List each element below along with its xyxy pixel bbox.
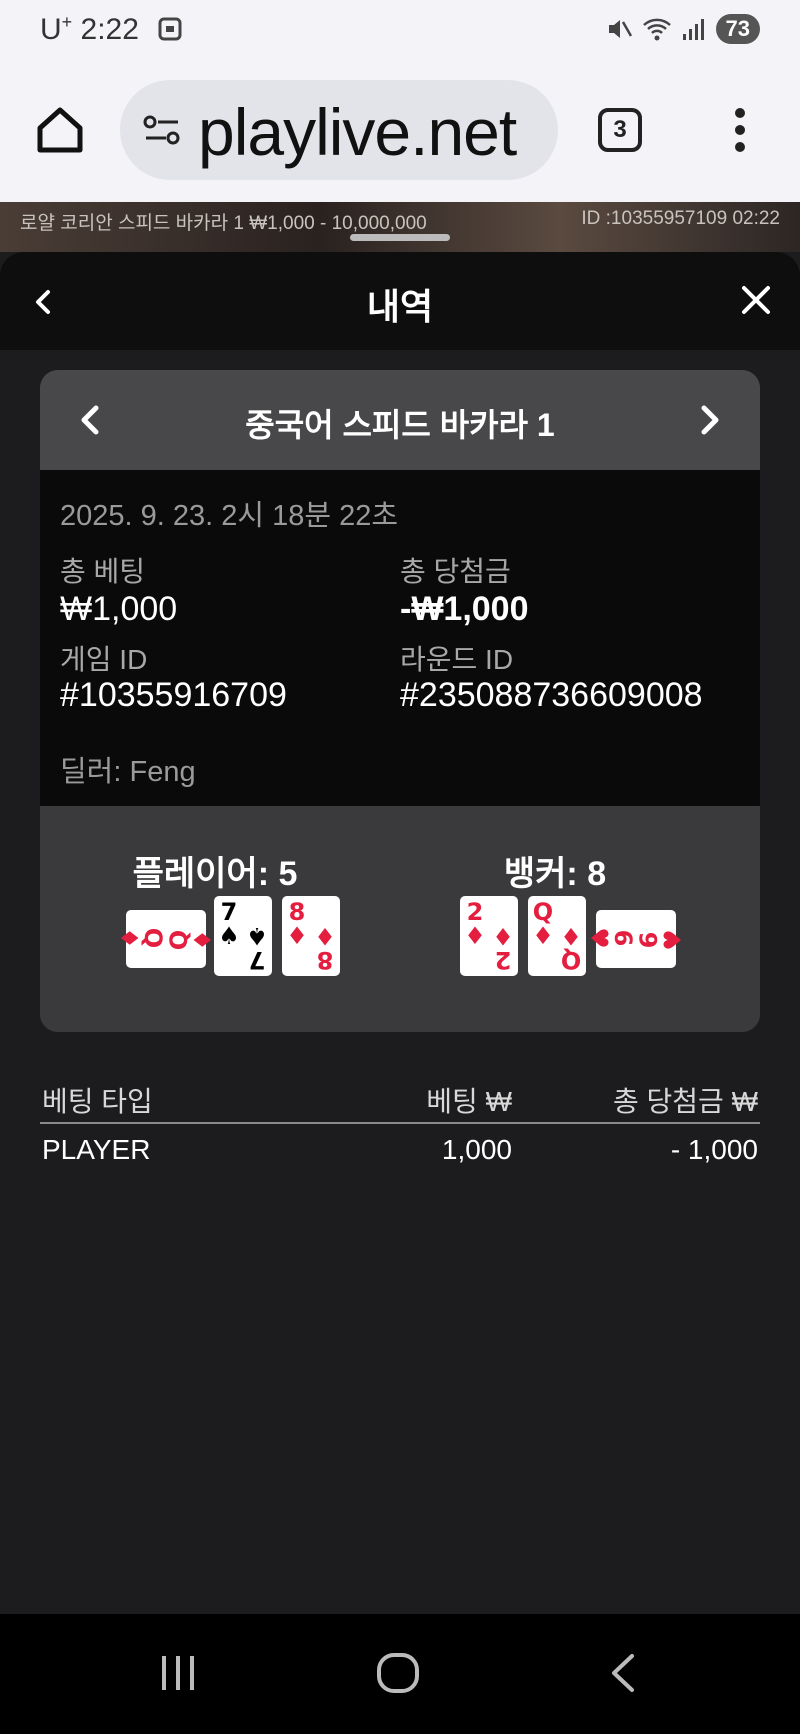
- mute-icon: [608, 20, 632, 38]
- round-id-value: #235088736609008: [400, 676, 703, 714]
- banker-score: 뱅커: 8: [503, 855, 607, 893]
- banker-card-3: 6 ♥ 6 ♥: [585, 910, 687, 968]
- battery-indicator: 73: [715, 14, 760, 44]
- clock: 2:22: [80, 13, 139, 46]
- tab-switcher-button[interactable]: 3: [598, 108, 642, 152]
- bets-table-header: 베팅 타입 베팅 ₩ 총 당첨금 ₩: [40, 1072, 760, 1124]
- table-info: 로얄 코리안 스피드 바카라 1 ₩1,000 - 10,000,000: [20, 213, 427, 234]
- history-sheet: 내역 중국어 스피드 바카라 1 2025. 9. 23. 2시 18분 22초…: [0, 252, 800, 1614]
- carrier-sup: +: [61, 12, 73, 32]
- row-bet-amount: 1,000: [441, 1134, 512, 1165]
- sheet-title: 내역: [366, 286, 434, 327]
- more-vert-icon[interactable]: [730, 108, 750, 152]
- game-id-value: #10355916709: [60, 676, 287, 714]
- header-bet-type: 베팅 타입: [42, 1086, 153, 1117]
- home-icon[interactable]: [34, 104, 86, 156]
- total-bet-label: 총 베팅: [60, 556, 146, 587]
- dealer-name: 딜러: Feng: [60, 756, 196, 788]
- round-info: ID :10355957109 02:22: [581, 208, 780, 229]
- total-bet-value: ₩1,000: [60, 590, 178, 628]
- sheet-drag-handle[interactable]: [350, 234, 450, 241]
- screenshot-icon: [158, 17, 182, 41]
- close-icon[interactable]: [738, 282, 774, 318]
- system-nav-bar: [0, 1614, 800, 1734]
- table-row: PLAYER 1,000 - 1,000: [40, 1126, 760, 1174]
- game-history-card: 중국어 스피드 바카라 1 2025. 9. 23. 2시 18분 22초 총 …: [40, 370, 760, 1032]
- signal-icon: [682, 19, 704, 40]
- result-panel: 플레이어: 5 뱅커: 8 Q ♦ Q ♦ 7 ♠ 7 ♠ 8 ♦ 8 ♦ 2 ♦ 2 ♦ Q ♦ Q ♦ 6 ♥ 6 ♥: [40, 806, 760, 1032]
- game-name: 중국어 스피드 바카라 1: [245, 407, 555, 443]
- browser-toolbar: playlive.net 3: [0, 64, 800, 202]
- banker-card-1: 2 ♦ 2 ♦: [460, 896, 518, 976]
- home-circle-icon[interactable]: [376, 1652, 420, 1694]
- player-card-3: 8 ♦ 8 ♦: [282, 896, 340, 976]
- total-win-label: 총 당첨금: [400, 556, 511, 587]
- row-bet-type: PLAYER: [42, 1134, 151, 1165]
- banker-card-2: Q ♦ Q ♦: [528, 896, 586, 976]
- carrier-label: U: [40, 13, 62, 46]
- header-bet-amount: 베팅 ₩: [426, 1086, 512, 1117]
- recent-apps-icon[interactable]: [158, 1654, 198, 1692]
- row-total-win: - 1,000: [670, 1134, 758, 1165]
- player-card-1: Q ♦ Q ♦: [115, 910, 217, 968]
- site-settings-icon[interactable]: [142, 112, 182, 148]
- live-video-strip: 로얄 코리안 스피드 바카라 1 ₩1,000 - 10,000,000 ID …: [0, 202, 800, 252]
- address-bar[interactable]: playlive.net: [120, 80, 558, 180]
- total-win-value: -₩1,000: [400, 590, 529, 628]
- round-id-label: 라운드 ID: [400, 644, 514, 675]
- status-time: U+ 2:22: [40, 12, 183, 47]
- player-card-2: 7 ♠ 7 ♠: [214, 896, 272, 976]
- wifi-icon: [642, 18, 671, 41]
- player-score: 플레이어: 5: [132, 855, 298, 893]
- chevron-right-icon[interactable]: [690, 400, 730, 440]
- status-icons: 73: [606, 14, 760, 44]
- game-datetime: 2025. 9. 23. 2시 18분 22초: [60, 500, 399, 532]
- status-bar: U+ 2:22 73: [0, 0, 800, 64]
- game-navigator: 중국어 스피드 바카라 1: [40, 370, 760, 470]
- header-total-win: 총 당첨금 ₩: [612, 1086, 758, 1117]
- url-text: playlive.net: [198, 95, 517, 169]
- sheet-header: 내역: [0, 252, 800, 350]
- game-id-label: 게임 ID: [60, 644, 148, 675]
- game-details: 2025. 9. 23. 2시 18분 22초 총 베팅 ₩1,000 총 당첨…: [40, 470, 760, 806]
- back-icon[interactable]: [606, 1652, 642, 1694]
